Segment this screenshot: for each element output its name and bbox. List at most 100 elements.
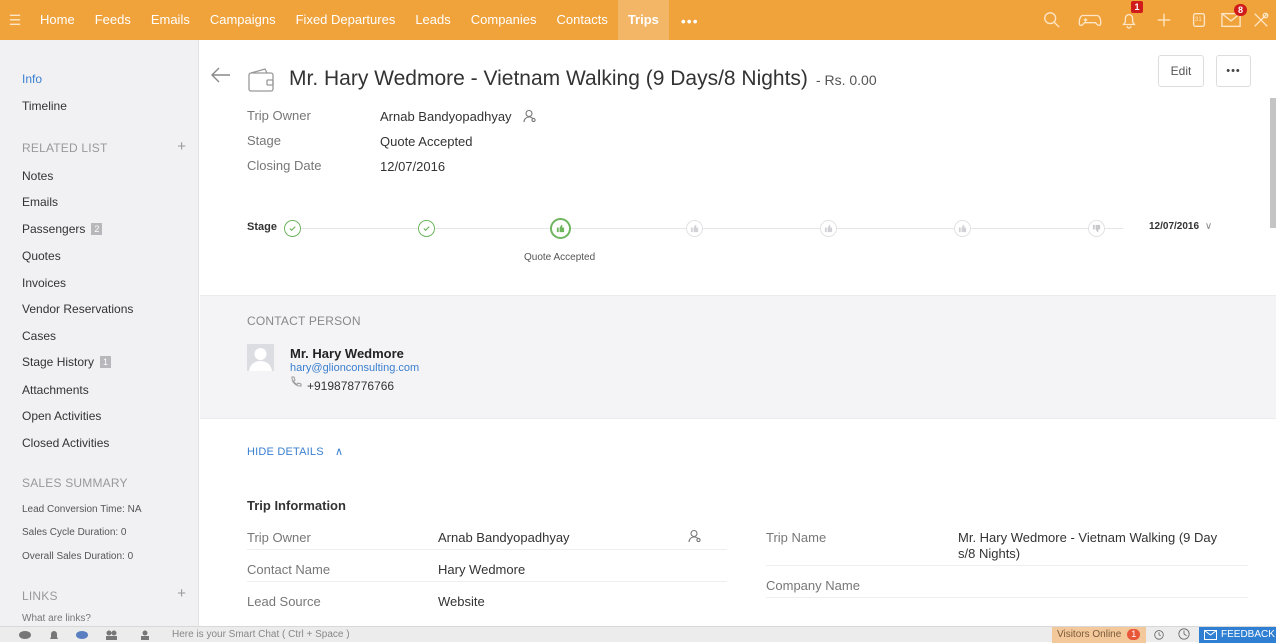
add-link-button[interactable]: +	[177, 585, 186, 602]
visitors-online-button[interactable]: Visitors Online 1	[1052, 627, 1146, 643]
current-stage-caption: Quote Accepted	[524, 252, 596, 263]
summary-stage-value: Quote Accepted	[380, 134, 473, 149]
mail-icon	[1204, 630, 1217, 640]
hide-details-toggle[interactable]: HIDE DETAILS ∧	[247, 445, 343, 458]
row-divider	[766, 565, 1248, 566]
sidebar-item-quotes[interactable]: Quotes	[22, 249, 61, 263]
record-detail-panel: Mr. Hary Wedmore - Vietnam Walking (9 Da…	[200, 40, 1276, 612]
sales-summary-heading: SALES SUMMARY	[22, 476, 128, 490]
tools-icon	[1254, 12, 1269, 27]
tab-leads[interactable]: Leads	[405, 0, 460, 40]
stage-date-dropdown[interactable]: 12/07/2016 ∨	[1149, 221, 1212, 232]
lead-conversion-time: Lead Conversion Time: NA	[22, 504, 142, 515]
stage-step-pending[interactable]	[686, 220, 703, 237]
person-placeholder-icon	[249, 348, 272, 371]
sidebar-item-info[interactable]: Info	[22, 72, 42, 86]
thumbs-up-icon	[556, 224, 565, 233]
field-trip-owner-label: Trip Owner	[247, 530, 311, 545]
sidebar-item-passengers[interactable]: Passengers 2	[22, 222, 103, 236]
field-trip-owner-value: Arnab Bandyopadhyay	[438, 530, 570, 545]
add-related-list-button[interactable]: +	[177, 138, 186, 155]
trip-amount: - Rs. 0.00	[815, 72, 877, 88]
contact-email-link[interactable]: hary@glionconsulting.com	[290, 362, 419, 374]
tab-fixed-departures[interactable]: Fixed Departures	[286, 0, 406, 40]
clock-icon[interactable]	[1177, 628, 1191, 640]
stage-bar-label: Stage	[247, 221, 277, 233]
sidebar-item-cases[interactable]: Cases	[22, 329, 56, 343]
tab-campaigns[interactable]: Campaigns	[200, 0, 286, 40]
games-button[interactable]	[1069, 0, 1111, 40]
field-lead-source-label: Lead Source	[247, 594, 321, 609]
bottom-chat-bar: Here is your Smart Chat ( Ctrl + Space )…	[0, 626, 1276, 643]
notifications-button[interactable]: 1	[1111, 0, 1146, 40]
contact-name[interactable]: Mr. Hary Wedmore	[290, 346, 404, 361]
sidebar-item-invoices[interactable]: Invoices	[22, 276, 66, 290]
tab-contacts[interactable]: Contacts	[547, 0, 618, 40]
calendar-button[interactable]: 31	[1181, 0, 1216, 40]
thumbs-up-icon	[958, 224, 967, 233]
contacts-icon[interactable]	[104, 629, 118, 641]
smart-chat-input[interactable]: Here is your Smart Chat ( Ctrl + Space )	[172, 629, 350, 640]
tab-companies[interactable]: Companies	[461, 0, 547, 40]
passengers-count-badge: 2	[91, 223, 103, 235]
create-button[interactable]	[1146, 0, 1181, 40]
trip-information-heading: Trip Information	[247, 498, 346, 513]
sidebar-item-timeline[interactable]: Timeline	[22, 99, 67, 113]
what-are-links-link[interactable]: What are links?	[22, 613, 91, 624]
chat-bubbles-icon[interactable]	[18, 629, 32, 641]
chevron-up-icon: ∧	[335, 446, 344, 458]
header-tools: 1 31 8	[1034, 0, 1276, 40]
edit-button[interactable]: Edit	[1158, 55, 1204, 87]
channels-icon[interactable]	[75, 629, 89, 641]
more-tabs-button[interactable]: •••	[669, 0, 711, 40]
field-contact-name-link[interactable]: Hary Wedmore	[438, 562, 525, 577]
stage-step-pending[interactable]	[820, 220, 837, 237]
sidebar-item-open-activities[interactable]: Open Activities	[22, 409, 101, 423]
record-sidebar: Info Timeline RELATED LIST + Notes Email…	[0, 40, 199, 626]
setup-button[interactable]	[1246, 0, 1276, 40]
user-search-icon[interactable]	[523, 109, 537, 123]
record-title: Mr. Hary Wedmore - Vietnam Walking (9 Da…	[289, 67, 877, 91]
sales-cycle-duration: Sales Cycle Duration: 0	[22, 527, 127, 538]
row-divider	[247, 581, 727, 582]
alarm-clock-icon[interactable]	[1152, 628, 1166, 640]
thumbs-up-icon	[824, 224, 833, 233]
field-company-name-label: Company Name	[766, 578, 860, 593]
user-icon[interactable]	[138, 629, 152, 641]
sidebar-item-closed-activities[interactable]: Closed Activities	[22, 436, 109, 450]
stage-step-current[interactable]	[550, 218, 571, 239]
stage-step-completed[interactable]	[418, 220, 435, 237]
stage-step-pending[interactable]	[954, 220, 971, 237]
check-icon	[289, 226, 296, 232]
sidebar-item-stage-history[interactable]: Stage History 1	[22, 355, 112, 369]
summary-trip-owner-label: Trip Owner	[247, 108, 311, 123]
stage-step-completed[interactable]	[284, 220, 301, 237]
summary-closing-date-label: Closing Date	[247, 158, 322, 173]
more-actions-button[interactable]: •••	[1216, 55, 1251, 87]
sidebar-item-notes[interactable]: Notes	[22, 169, 53, 183]
tab-emails[interactable]: Emails	[141, 0, 200, 40]
mail-button[interactable]: 8	[1216, 0, 1247, 40]
back-arrow-icon[interactable]	[210, 65, 232, 85]
hamburger-icon[interactable]: ☰	[0, 12, 30, 29]
search-button[interactable]	[1034, 0, 1069, 40]
bell-icon[interactable]	[47, 629, 61, 641]
tab-feeds[interactable]: Feeds	[85, 0, 141, 40]
stage-date: 12/07/2016	[1149, 221, 1200, 232]
vertical-scrollbar[interactable]	[1270, 98, 1276, 228]
user-search-icon[interactable]	[688, 529, 702, 543]
contact-avatar	[247, 344, 274, 371]
sidebar-item-emails[interactable]: Emails	[22, 195, 58, 209]
contact-phone[interactable]: +919878776766	[307, 379, 394, 393]
feedback-button[interactable]: FEEDBACK	[1199, 627, 1276, 643]
stage-step-lost[interactable]	[1088, 220, 1105, 237]
field-lead-source-value: Website	[438, 594, 485, 609]
tab-trips[interactable]: Trips	[617, 0, 669, 40]
sidebar-item-label: Stage History	[22, 355, 95, 369]
tab-home[interactable]: Home	[30, 0, 85, 40]
related-list-heading: RELATED LIST	[22, 141, 108, 155]
sidebar-item-vendor-reservations[interactable]: Vendor Reservations	[22, 302, 133, 316]
visitors-count-badge: 1	[1127, 629, 1141, 640]
sidebar-item-attachments[interactable]: Attachments	[22, 383, 89, 397]
sidebar-item-label: Passengers	[22, 222, 86, 236]
